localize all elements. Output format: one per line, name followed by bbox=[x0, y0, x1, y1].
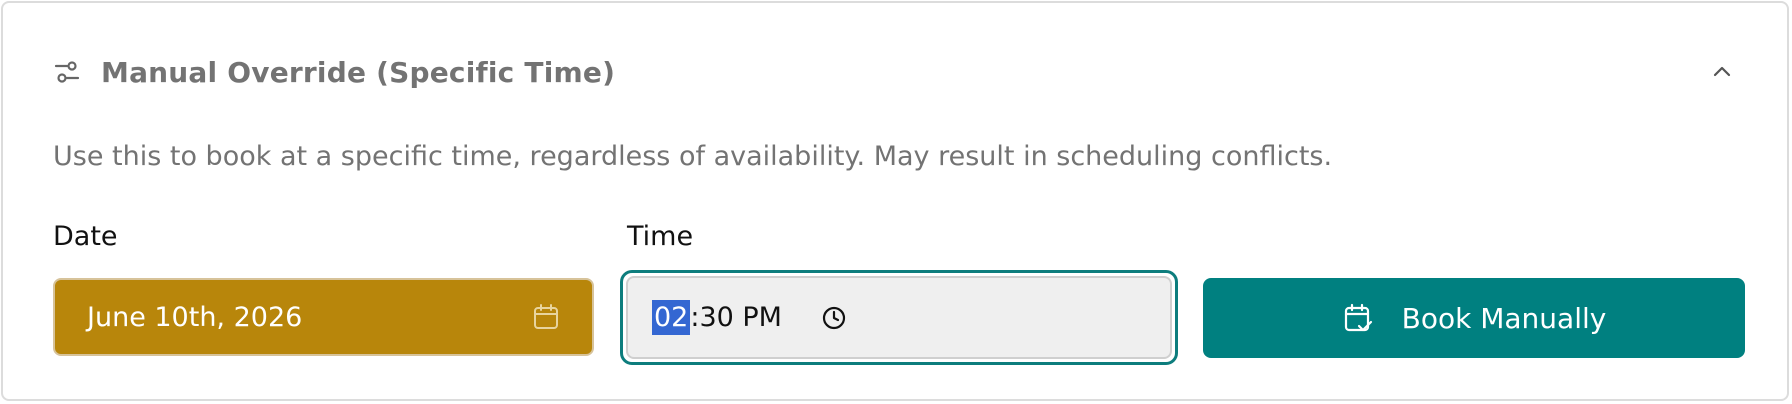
sliders-icon bbox=[53, 58, 81, 86]
time-field-focus-ring: 02 :30 PM bbox=[620, 270, 1178, 365]
time-input[interactable]: 02 :30 PM bbox=[626, 276, 1172, 359]
date-label: Date bbox=[53, 221, 118, 252]
time-label: Time bbox=[627, 221, 694, 252]
clock-icon[interactable] bbox=[820, 304, 848, 332]
date-picker-field[interactable]: June 10th, 2026 bbox=[53, 278, 594, 356]
calendar-icon bbox=[530, 301, 562, 333]
time-hour-segment[interactable]: 02 bbox=[652, 300, 691, 335]
chevron-up-icon[interactable] bbox=[1707, 57, 1737, 87]
manual-override-card: Manual Override (Specific Time) Use this… bbox=[1, 1, 1789, 401]
book-manually-label: Book Manually bbox=[1401, 301, 1607, 335]
date-value: June 10th, 2026 bbox=[87, 301, 303, 333]
time-rest[interactable]: :30 PM bbox=[690, 302, 782, 333]
calendar-check-icon bbox=[1342, 302, 1374, 334]
section-description: Use this to book at a specific time, reg… bbox=[53, 141, 1333, 172]
book-manually-button[interactable]: Book Manually bbox=[1203, 278, 1745, 358]
section-header[interactable]: Manual Override (Specific Time) bbox=[53, 51, 1737, 93]
section-title: Manual Override (Specific Time) bbox=[101, 55, 616, 89]
